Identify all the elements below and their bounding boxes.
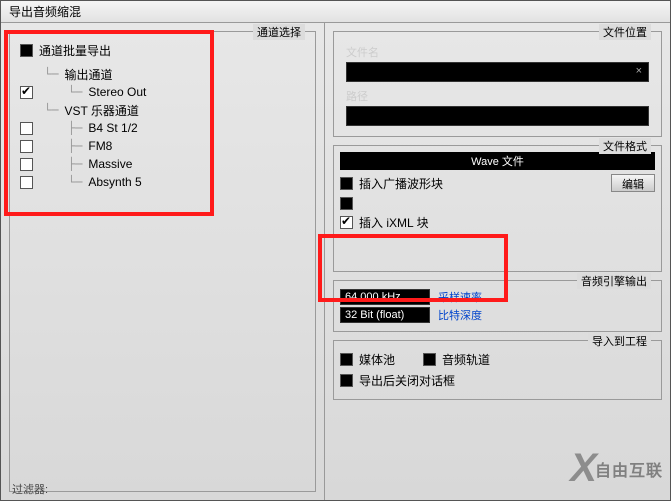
filename-label: 文件名 <box>346 44 649 60</box>
fm8-checkbox[interactable] <box>20 140 33 153</box>
export-audio-mixdown-window: 导出音频缩混 通道选择 通道批量导出 └─ 输出通道 <box>0 0 671 501</box>
audio-track-label: 音频轨道 <box>442 351 490 368</box>
insert-ixml-checkbox[interactable] <box>340 216 353 229</box>
insert-ixml-label: 插入 iXML 块 <box>359 214 429 231</box>
sample-rate-select[interactable]: 64.000 kHz <box>340 289 430 305</box>
left-panel: 通道选择 通道批量导出 └─ 输出通道 └─ Stereo Out <box>1 23 325 500</box>
hidden-checkbox[interactable] <box>340 197 353 210</box>
channel-select-legend: 通道选择 <box>253 24 305 40</box>
edit-button[interactable]: 编辑 <box>611 174 655 192</box>
tree-absynth[interactable]: └─ Absynth 5 <box>20 173 309 191</box>
batch-export-checkbox[interactable] <box>20 44 33 57</box>
stereo-out-checkbox[interactable] <box>20 86 33 99</box>
right-panel: 文件位置 文件名 × 路径 文件格式 Wave 文件 插入广播波形块 编辑 <box>325 23 670 500</box>
tree-stereo-out-label: Stereo Out <box>88 85 146 99</box>
tree-b4[interactable]: ├─ B4 St 1/2 <box>20 119 309 137</box>
path-label: 路径 <box>346 88 649 104</box>
batch-export-label: 通道批量导出 <box>39 42 111 59</box>
import-project-legend: 导入到工程 <box>588 333 651 349</box>
file-location-legend: 文件位置 <box>599 24 651 40</box>
window-title: 导出音频缩混 <box>9 5 81 19</box>
close-after-checkbox[interactable] <box>340 374 353 387</box>
tree-b4-label: B4 St 1/2 <box>88 121 137 135</box>
path-input[interactable] <box>346 106 649 126</box>
file-format-value[interactable]: Wave 文件 <box>340 152 655 170</box>
sample-rate-label: 采样速率 <box>438 289 482 305</box>
audio-track-checkbox[interactable] <box>423 353 436 366</box>
mediapool-label: 媒体池 <box>359 351 395 368</box>
bit-depth-label: 比特深度 <box>438 307 482 323</box>
tree-massive-label: Massive <box>88 157 132 171</box>
channel-tree: └─ 输出通道 └─ Stereo Out └─ VST 乐器通道 <box>20 65 309 191</box>
tree-fm8-label: FM8 <box>88 139 112 153</box>
insert-broadcast-label: 插入广播波形块 <box>359 175 443 192</box>
absynth-checkbox[interactable] <box>20 176 33 189</box>
tree-vst-channel-label: VST 乐器通道 <box>64 102 138 119</box>
tree-output-channel-label: 输出通道 <box>64 66 112 83</box>
engine-output-fieldset: 音频引擎输出 64.000 kHz 采样速率 32 Bit (float) 比特… <box>333 280 662 332</box>
insert-broadcast-checkbox[interactable] <box>340 177 353 190</box>
channel-select-fieldset: 通道选择 通道批量导出 └─ 输出通道 └─ Stereo Out <box>9 31 316 492</box>
mediapool-checkbox[interactable] <box>340 353 353 366</box>
clear-filename-icon[interactable]: × <box>636 65 642 77</box>
tree-stereo-out[interactable]: └─ Stereo Out <box>20 83 309 101</box>
bit-depth-select[interactable]: 32 Bit (float) <box>340 307 430 323</box>
massive-checkbox[interactable] <box>20 158 33 171</box>
file-format-legend: 文件格式 <box>599 138 651 154</box>
file-format-fieldset: 文件格式 Wave 文件 插入广播波形块 编辑 - 插入 iXML 块 <box>333 145 662 272</box>
filter-label: 过滤器: <box>12 481 48 497</box>
batch-export-row[interactable]: 通道批量导出 <box>20 42 309 59</box>
b4-checkbox[interactable] <box>20 122 33 135</box>
tree-fm8[interactable]: ├─ FM8 <box>20 137 309 155</box>
import-project-fieldset: 导入到工程 媒体池 音频轨道 导出后关闭对话框 <box>333 340 662 400</box>
file-location-fieldset: 文件位置 文件名 × 路径 <box>333 31 662 137</box>
tree-vst-channel[interactable]: └─ VST 乐器通道 <box>20 101 309 119</box>
close-after-label: 导出后关闭对话框 <box>359 372 455 389</box>
engine-output-legend: 音频引擎输出 <box>577 273 651 289</box>
filename-input[interactable]: × <box>346 62 649 82</box>
tree-massive[interactable]: ├─ Massive <box>20 155 309 173</box>
window-titlebar[interactable]: 导出音频缩混 <box>1 1 670 23</box>
tree-output-channel[interactable]: └─ 输出通道 <box>20 65 309 83</box>
tree-absynth-label: Absynth 5 <box>88 175 141 189</box>
